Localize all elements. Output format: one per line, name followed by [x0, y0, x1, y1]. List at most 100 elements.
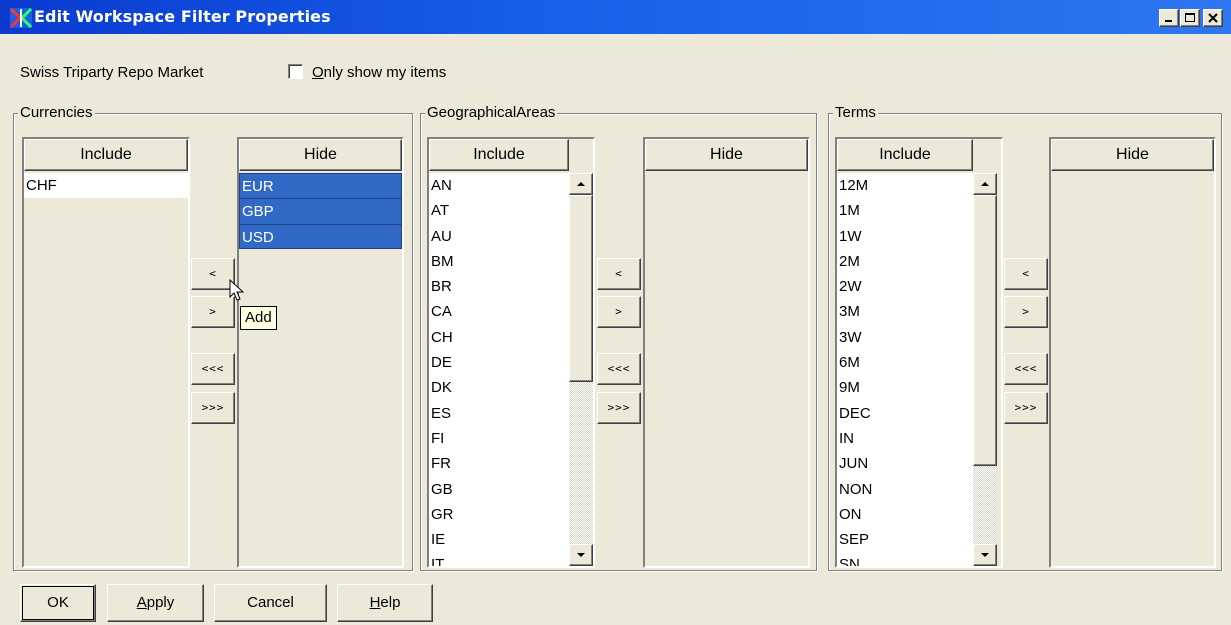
- list-item[interactable]: 2W: [837, 274, 973, 299]
- list-item[interactable]: FR: [429, 451, 569, 476]
- maximize-icon: [1185, 13, 1195, 22]
- currencies-remove-all-button[interactable]: >>>: [191, 392, 235, 424]
- apply-button[interactable]: Apply: [107, 584, 204, 622]
- minimize-icon: [1165, 20, 1172, 22]
- geo-add-button[interactable]: <: [597, 258, 641, 290]
- list-item[interactable]: IE: [429, 527, 569, 552]
- list-item[interactable]: 6M: [837, 350, 973, 375]
- terms-add-all-button[interactable]: <<<: [1004, 353, 1048, 385]
- mnemonic-h: H: [369, 594, 381, 611]
- geo-remove-button[interactable]: >: [597, 296, 641, 328]
- list-item[interactable]: DE: [429, 350, 569, 375]
- geo-scrollbar[interactable]: [569, 173, 593, 566]
- list-item[interactable]: 1W: [837, 224, 973, 249]
- list-item[interactable]: 3W: [837, 325, 973, 350]
- currencies-add-all-button[interactable]: <<<: [191, 353, 235, 385]
- label-rest: elp: [380, 594, 401, 611]
- list-item[interactable]: IT: [429, 552, 569, 566]
- scroll-up-button[interactable]: [569, 173, 593, 195]
- help-button[interactable]: Help: [337, 584, 433, 622]
- list-item[interactable]: AU: [429, 224, 569, 249]
- list-item[interactable]: SEP: [837, 527, 973, 552]
- list-item[interactable]: BR: [429, 274, 569, 299]
- list-item[interactable]: AT: [429, 198, 569, 223]
- geo-hide-header[interactable]: Hide: [645, 139, 808, 171]
- list-item[interactable]: CH: [429, 325, 569, 350]
- arrow-down-icon: [981, 553, 989, 557]
- close-button[interactable]: [1203, 9, 1223, 27]
- terms-hide-header[interactable]: Hide: [1051, 139, 1214, 171]
- minimize-button[interactable]: [1159, 9, 1179, 27]
- list-item[interactable]: 1M: [837, 198, 973, 223]
- scroll-track[interactable]: [569, 382, 593, 544]
- only-show-my-items-checkbox[interactable]: [288, 64, 303, 79]
- app-icon: [10, 8, 32, 28]
- terms-include-header[interactable]: Include: [837, 139, 973, 171]
- terms-remove-button[interactable]: >: [1004, 296, 1048, 328]
- list-item[interactable]: DK: [429, 375, 569, 400]
- list-item[interactable]: CHF: [24, 173, 188, 198]
- only-show-my-items-label[interactable]: Only show my items: [312, 64, 446, 81]
- list-item[interactable]: FI: [429, 426, 569, 451]
- title-bar[interactable]: Edit Workspace Filter Properties: [0, 0, 1231, 34]
- terms-add-button[interactable]: <: [1004, 258, 1048, 290]
- ok-button[interactable]: OK: [20, 584, 96, 622]
- list-item[interactable]: SN: [837, 552, 973, 566]
- geo-include-items: AN AT AU BM BR CA CH DE DK ES FI FR GB GR IE IT: [429, 173, 569, 566]
- list-item[interactable]: EUR: [239, 173, 402, 199]
- geo-remove-all-button[interactable]: >>>: [597, 392, 641, 424]
- terms-hide-list[interactable]: Hide: [1049, 137, 1216, 568]
- currencies-hide-header[interactable]: Hide: [239, 139, 402, 171]
- scroll-up-button[interactable]: [973, 173, 997, 195]
- geo-hide-list[interactable]: Hide: [643, 137, 810, 568]
- currencies-include-header[interactable]: Include: [24, 139, 188, 171]
- scroll-thumb[interactable]: [569, 195, 593, 382]
- currencies-group-title: Currencies: [18, 104, 95, 122]
- geo-include-header[interactable]: Include: [429, 139, 569, 171]
- close-icon: [1208, 13, 1218, 23]
- list-item[interactable]: 3M: [837, 299, 973, 324]
- cancel-button[interactable]: Cancel: [214, 584, 327, 622]
- geo-include-list[interactable]: Include AN AT AU BM BR CA CH DE DK ES FI FR GB GR IE IT: [427, 137, 595, 568]
- dialog-window: Edit Workspace Filter Properties Swiss T…: [0, 0, 1231, 625]
- add-tooltip: Add: [240, 306, 277, 330]
- terms-include-list[interactable]: Include 12M 1M 1W 2M 2W 3M 3W 6M 9M DEC IN JUN NON ON…: [835, 137, 1003, 568]
- list-item[interactable]: JUN: [837, 451, 973, 476]
- label-rest: nly show my items: [323, 64, 447, 81]
- list-item[interactable]: ES: [429, 401, 569, 426]
- list-item[interactable]: GBP: [239, 198, 402, 224]
- list-item[interactable]: 9M: [837, 375, 973, 400]
- arrow-up-icon: [981, 182, 989, 186]
- currencies-include-list[interactable]: Include CHF: [22, 137, 190, 568]
- list-item[interactable]: 12M: [837, 173, 973, 198]
- list-item[interactable]: IN: [837, 426, 973, 451]
- geographical-areas-group-title: GeographicalAreas: [425, 104, 558, 122]
- scroll-thumb[interactable]: [973, 195, 997, 466]
- list-item[interactable]: DEC: [837, 401, 973, 426]
- list-item[interactable]: GR: [429, 502, 569, 527]
- scroll-down-button[interactable]: [569, 544, 593, 566]
- arrow-down-icon: [577, 553, 585, 557]
- label-rest: pply: [146, 594, 175, 611]
- arrow-up-icon: [577, 182, 585, 186]
- currencies-hide-list[interactable]: Hide EUR GBP USD: [237, 137, 404, 568]
- list-item[interactable]: AN: [429, 173, 569, 198]
- list-item[interactable]: 2M: [837, 249, 973, 274]
- list-item[interactable]: GB: [429, 477, 569, 502]
- mnemonic-a: A: [136, 594, 147, 611]
- scroll-down-button[interactable]: [973, 544, 997, 566]
- market-label: Swiss Triparty Repo Market: [20, 64, 204, 81]
- window-title: Edit Workspace Filter Properties: [34, 7, 331, 26]
- terms-remove-all-button[interactable]: >>>: [1004, 392, 1048, 424]
- list-item[interactable]: ON: [837, 502, 973, 527]
- mnemonic-o: O: [312, 64, 324, 81]
- mouse-cursor-icon: [229, 279, 245, 301]
- scroll-track[interactable]: [973, 466, 997, 544]
- list-item[interactable]: CA: [429, 299, 569, 324]
- geo-add-all-button[interactable]: <<<: [597, 353, 641, 385]
- terms-scrollbar[interactable]: [973, 173, 997, 566]
- list-item[interactable]: BM: [429, 249, 569, 274]
- list-item[interactable]: USD: [239, 223, 402, 249]
- list-item[interactable]: NON: [837, 477, 973, 502]
- maximize-button[interactable]: [1180, 9, 1200, 27]
